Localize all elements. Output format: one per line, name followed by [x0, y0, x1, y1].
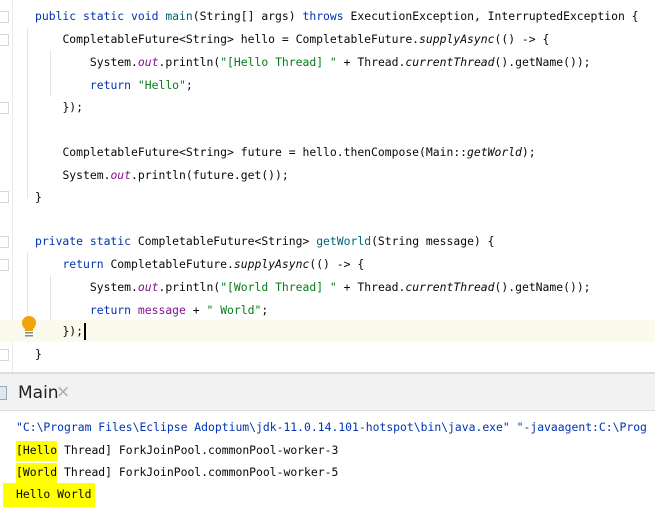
highlighted-text: Hello World: [3, 483, 96, 507]
output-text: Thread] ForkJoinPool.commonPool-worker-5: [57, 465, 339, 479]
code-token: (String[] args): [192, 9, 303, 23]
code-token: (String message) {: [371, 234, 495, 248]
code-line[interactable]: public static void main(String[] args) t…: [0, 5, 655, 27]
code-text: return "Hello";: [90, 74, 193, 96]
code-text: CompletableFuture<String> future = hello…: [62, 141, 535, 163]
code-token: CompletableFuture<String> hello = Comple…: [62, 32, 420, 46]
code-text: });: [62, 96, 83, 118]
code-line[interactable]: CompletableFuture<String> hello = Comple…: [0, 28, 655, 50]
code-text: private static CompletableFuture<String>…: [35, 230, 495, 252]
code-token: CompletableFuture<String> future = hello…: [62, 145, 468, 159]
code-token: ;: [185, 78, 193, 92]
code-token: main: [165, 9, 193, 23]
code-token: "Hello": [137, 78, 186, 92]
code-token: return: [89, 303, 138, 317]
code-line[interactable]: [0, 208, 655, 230]
code-line[interactable]: System.out.println("[Hello Thread] " + T…: [0, 51, 655, 73]
code-text: System.out.println(future.get());: [62, 164, 288, 186]
code-token: (() -> {: [494, 32, 550, 46]
code-line[interactable]: CompletableFuture<String> future = hello…: [0, 141, 655, 163]
code-line[interactable]: });: [0, 320, 655, 342]
code-token: public static void: [35, 9, 166, 23]
code-token: out: [137, 280, 159, 294]
code-token: .println(: [158, 55, 221, 69]
code-token: .println(: [158, 280, 221, 294]
code-editor[interactable]: public static void main(String[] args) t…: [0, 0, 655, 372]
code-token: .println(future.get());: [131, 168, 289, 182]
close-icon[interactable]: ×: [56, 382, 70, 402]
lightbulb-icon[interactable]: [21, 316, 37, 338]
code-text: public static void main(String[] args) t…: [35, 5, 639, 27]
code-token: }: [35, 190, 42, 204]
code-token: CompletableFuture<String>: [137, 234, 317, 248]
highlighted-text: [Hello: [16, 441, 58, 461]
code-token: ().getName());: [494, 55, 591, 69]
code-token: supplyAsync: [233, 257, 310, 271]
tab-main[interactable]: Main ×: [0, 374, 78, 413]
code-token: getWorld: [467, 145, 522, 159]
code-token: ;: [261, 303, 269, 317]
code-token: "[Hello Thread] ": [220, 55, 337, 69]
code-line[interactable]: private static CompletableFuture<String>…: [0, 230, 655, 252]
code-token: (() -> {: [309, 257, 365, 271]
code-line[interactable]: System.out.println("[World Thread] " + T…: [0, 276, 655, 298]
code-text: return CompletableFuture.supplyAsync(() …: [62, 253, 364, 275]
output-text: Thread] ForkJoinPool.commonPool-worker-3: [57, 443, 339, 457]
code-token: System.: [89, 280, 138, 294]
code-token: " World": [206, 303, 262, 317]
console-output-line: [Hello Thread] ForkJoinPool.commonPool-w…: [16, 439, 338, 461]
code-token: supplyAsync: [419, 32, 495, 46]
code-token: currentThread: [405, 55, 495, 69]
code-line[interactable]: return message + " World";: [0, 299, 655, 321]
code-token: +: [185, 303, 207, 317]
code-token: ().getName());: [494, 280, 591, 294]
code-token: out: [110, 168, 132, 182]
text-caret: [84, 323, 87, 340]
code-token: System.: [89, 55, 138, 69]
code-line[interactable]: return "Hello";: [0, 74, 655, 96]
code-token: message: [137, 303, 186, 317]
code-text: }: [35, 186, 42, 208]
code-token: System.: [62, 168, 111, 182]
code-token: out: [137, 55, 159, 69]
code-token: });: [62, 324, 84, 338]
code-token: private static: [35, 234, 138, 248]
code-token: return: [62, 257, 111, 271]
code-token: getWorld: [316, 234, 372, 248]
code-text: CompletableFuture<String> hello = Comple…: [62, 28, 549, 50]
code-line[interactable]: [0, 119, 655, 141]
code-token: );: [521, 145, 536, 159]
code-token: "[World Thread] ": [220, 280, 337, 294]
console-output-line: Hello World: [3, 483, 96, 507]
code-token: return: [89, 78, 138, 92]
code-line[interactable]: }: [0, 186, 655, 208]
code-text: System.out.println("[Hello Thread] " + T…: [90, 51, 591, 73]
code-token: });: [62, 100, 84, 114]
run-tool-window-tabs: Main ×: [0, 372, 655, 413]
code-text: }: [35, 343, 42, 365]
code-line[interactable]: }: [0, 343, 655, 365]
tab-label: Main: [18, 383, 59, 403]
highlighted-text: [World: [16, 463, 58, 483]
code-token: throws: [302, 9, 344, 23]
code-line[interactable]: System.out.println(future.get());: [0, 164, 655, 186]
code-line[interactable]: return CompletableFuture.supplyAsync(() …: [0, 253, 655, 275]
code-text: System.out.println("[World Thread] " + T…: [90, 276, 591, 298]
code-line[interactable]: });: [0, 96, 655, 118]
run-console[interactable]: "C:\Program Files\Eclipse Adoptium\jdk-1…: [0, 410, 655, 509]
console-output-line: [World Thread] ForkJoinPool.commonPool-w…: [16, 461, 338, 483]
console-command-line: "C:\Program Files\Eclipse Adoptium\jdk-1…: [16, 420, 647, 434]
code-token: + Thread.: [336, 280, 406, 294]
code-text: return message + " World";: [90, 299, 268, 321]
code-token: CompletableFuture.: [110, 257, 234, 271]
code-token: currentThread: [405, 280, 495, 294]
code-token: ExecutionException, InterruptedException…: [343, 9, 639, 23]
code-token: }: [35, 347, 42, 361]
code-token: + Thread.: [336, 55, 406, 69]
code-text: });: [62, 320, 87, 342]
